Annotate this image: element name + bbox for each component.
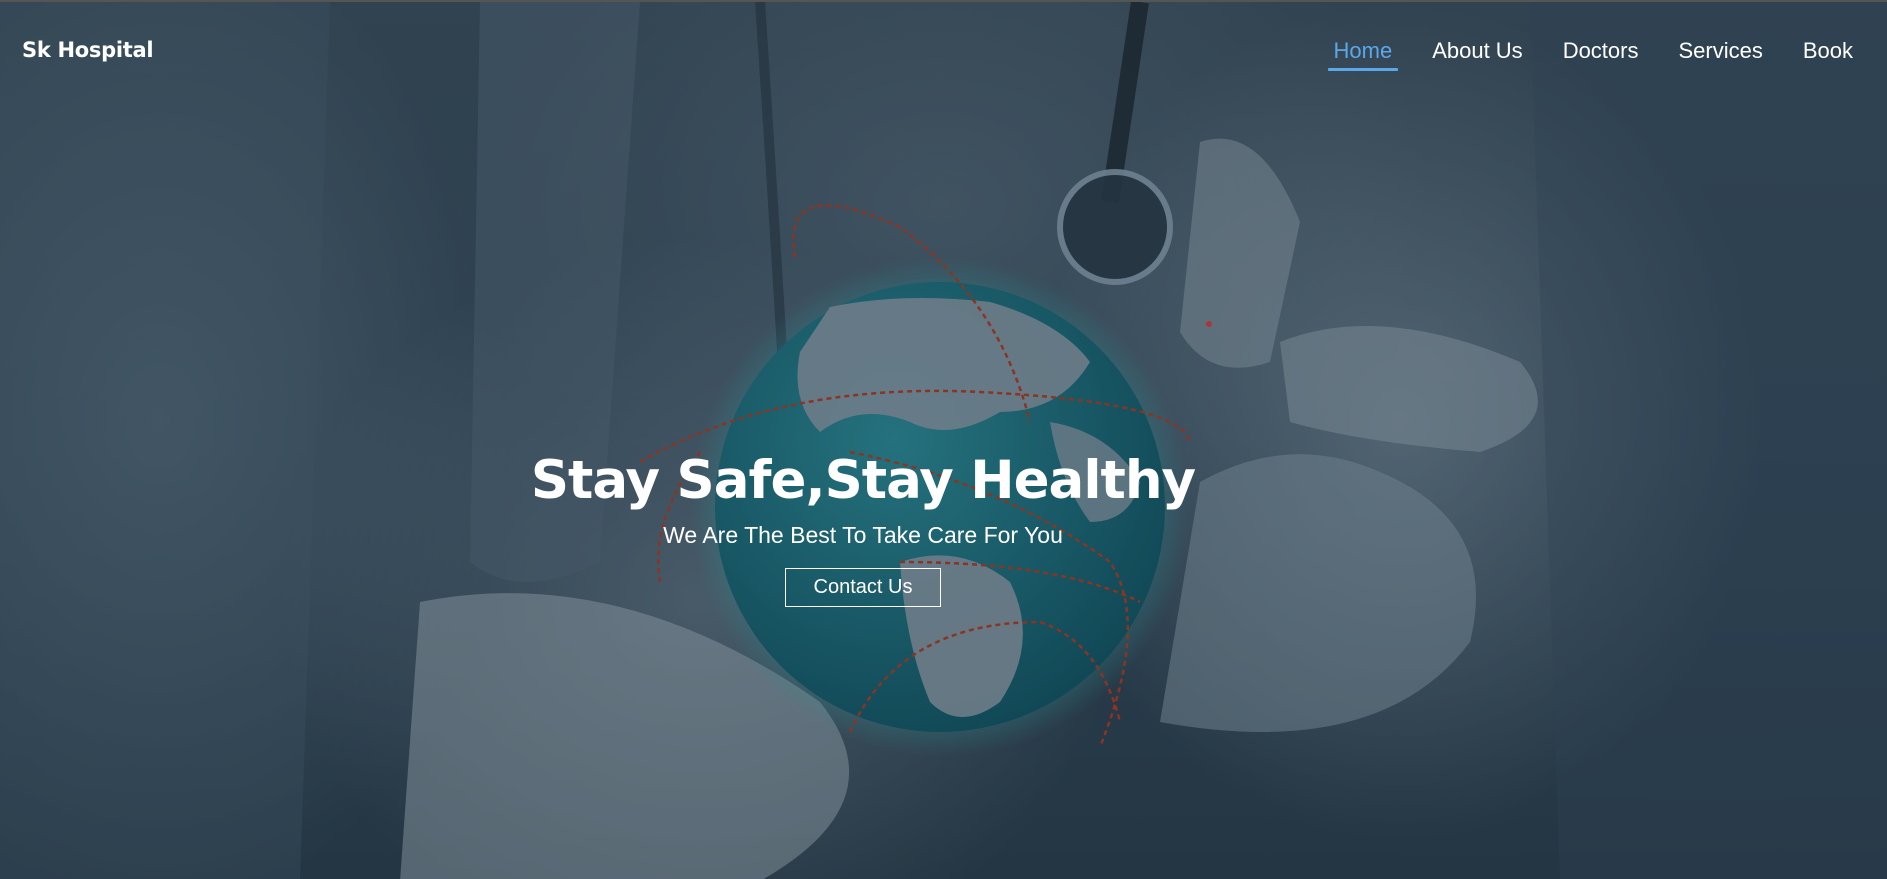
landing-page: Sk Hospital Home About Us Doctors Servic… xyxy=(0,0,1887,879)
nav-item-doctors[interactable]: Doctors xyxy=(1557,36,1645,68)
navbar: Sk Hospital Home About Us Doctors Servic… xyxy=(0,2,1887,102)
nav-item-home[interactable]: Home xyxy=(1327,36,1399,71)
hero-subtitle: We Are The Best To Take Care For You xyxy=(663,522,1063,548)
nav-item-book[interactable]: Book xyxy=(1797,36,1859,68)
contact-us-button[interactable]: Contact Us xyxy=(784,568,942,607)
nav-item-about-us[interactable]: About Us xyxy=(1426,36,1529,68)
brand-logo-text[interactable]: Sk Hospital xyxy=(22,38,154,62)
hero-overlay xyxy=(0,2,1887,879)
hero-title: Stay Safe,Stay Healthy xyxy=(530,450,1196,511)
hero-section: Stay Safe,Stay Healthy We Are The Best T… xyxy=(0,450,1726,607)
nav-menu: Home About Us Doctors Services Book xyxy=(1327,36,1860,71)
nav-item-services[interactable]: Services xyxy=(1672,36,1768,68)
